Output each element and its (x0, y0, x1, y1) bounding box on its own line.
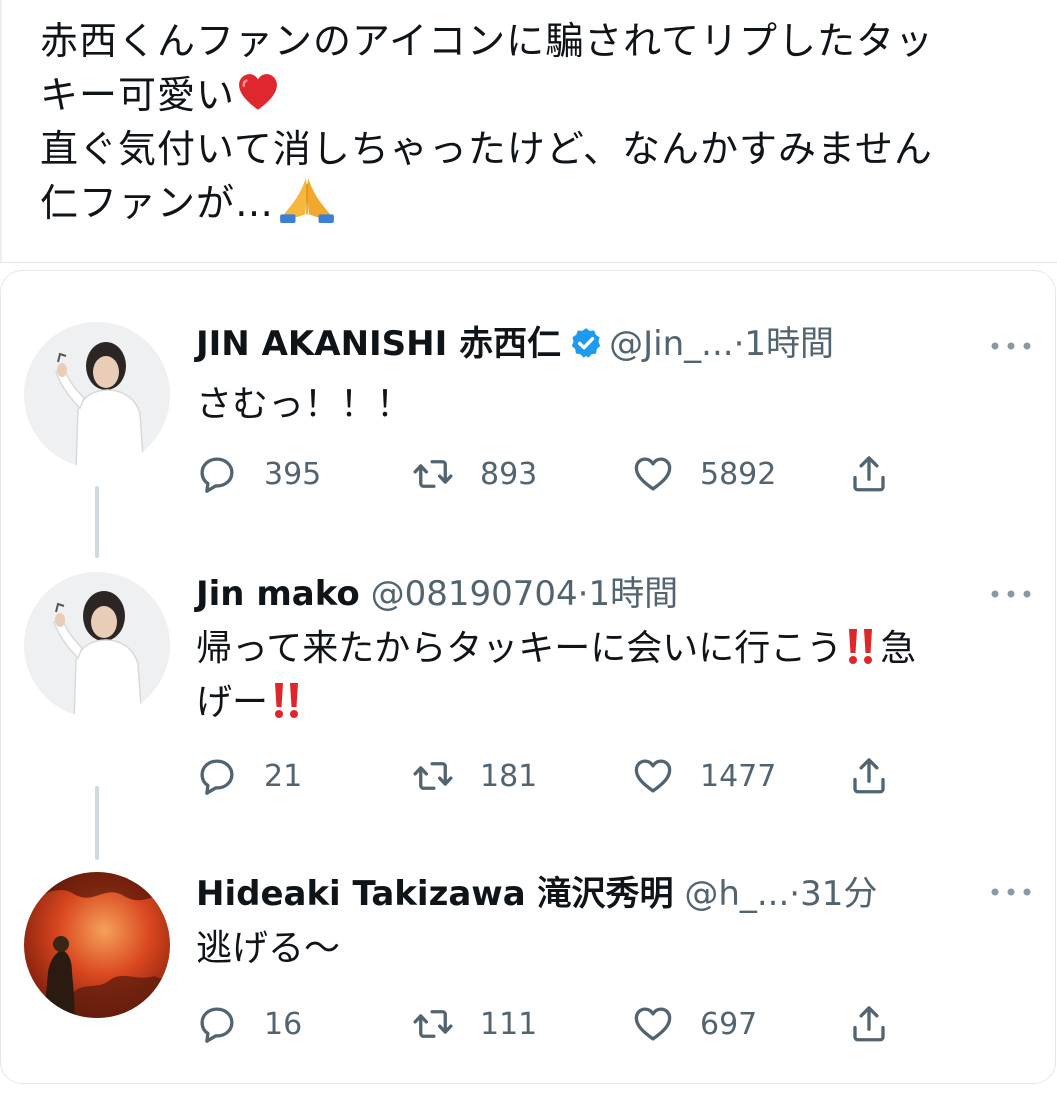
reply-icon (200, 457, 234, 493)
retweet-count: 111 (480, 1006, 538, 1042)
post-text-line-4: 仁ファンが… (40, 176, 1040, 230)
tweet-2-header: Jin mako @08190704·1時間 (196, 572, 678, 616)
share-icon (853, 456, 885, 492)
separator-dot: · (733, 324, 745, 364)
retweet-button[interactable]: 111 (412, 1002, 537, 1046)
thread-connector-line-2 (95, 786, 99, 860)
tweet-1-header: JIN AKANISHI 赤西仁 @Jin_...·1時間 (196, 322, 834, 366)
like-button[interactable]: 697 (632, 1002, 757, 1046)
double-exclamation-icon (275, 683, 299, 718)
post-text-line-4-text: 仁ファンが… (40, 181, 275, 225)
tweet-2-actions: 21 181 1477 (196, 754, 916, 798)
heart-emoji-icon (239, 74, 277, 110)
thread-connector-line-1 (95, 486, 99, 558)
heart-icon (634, 457, 672, 491)
display-name[interactable]: JIN AKANISHI 赤西仁 (196, 324, 561, 364)
tweet-text: 逃げる〜 (196, 928, 341, 969)
share-button[interactable] (848, 1002, 890, 1046)
reply-button[interactable]: 395 (196, 452, 321, 496)
post-text-line-2-text: キー可愛い (40, 73, 236, 117)
more-options-icon[interactable] (989, 336, 1033, 356)
reply-button[interactable]: 16 (196, 1002, 302, 1046)
reply-count: 395 (264, 456, 322, 492)
post-text-line-1: 赤西くんファンのアイコンに騙されてリプしたタッ (40, 19, 934, 63)
avatar-jin-mako[interactable] (24, 572, 170, 718)
tweet-1-actions: 395 893 5892 (196, 452, 916, 496)
verified-badge-icon (571, 328, 601, 358)
tweet-text-part-2: 急 (880, 628, 917, 669)
handle[interactable]: @h_... (684, 874, 789, 914)
tweet-3-actions: 16 111 697 (196, 1002, 916, 1046)
retweet-icon (413, 460, 453, 488)
reply-icon (200, 759, 234, 795)
double-exclamation-icon (849, 629, 873, 664)
tweet-text-part-1: 帰って来たからタッキーに会いに行こう (196, 628, 843, 669)
tweet-text: 帰って来たからタッキーに会いに行こう急 げー (196, 622, 916, 730)
section-divider (0, 262, 1057, 263)
post-text: 赤西くんファンのアイコンに騙されてリプしたタッ キー可愛い 直ぐ気付いて消しちゃ… (40, 14, 1040, 230)
handle[interactable]: @08190704 (371, 574, 578, 614)
reply-count: 16 (264, 1006, 303, 1042)
reply-button[interactable]: 21 (196, 754, 302, 798)
folded-hands-icon (280, 177, 334, 224)
post-text-line-2: キー可愛い (40, 68, 1040, 122)
person-avatar-icon (24, 322, 170, 468)
retweet-button[interactable]: 893 (412, 452, 537, 496)
retweet-icon (413, 762, 453, 790)
retweet-count: 893 (480, 456, 538, 492)
display-name[interactable]: Hideaki Takizawa 滝沢秀明 (196, 874, 674, 914)
post-text-line-3: 直ぐ気付いて消しちゃったけど、なんかすみません (40, 127, 933, 171)
separator-dot: · (577, 574, 589, 614)
post-left-border (0, 0, 2, 262)
heart-icon (634, 759, 672, 793)
handle[interactable]: @Jin_... (609, 324, 733, 364)
reply-icon (200, 1007, 234, 1043)
more-options-icon[interactable] (989, 882, 1033, 902)
avatar-jin-akanishi[interactable] (24, 322, 170, 468)
separator-dot: · (789, 874, 801, 914)
like-button[interactable]: 1477 (632, 754, 776, 798)
tweet-text: さむっ！！！ (196, 384, 413, 425)
display-name[interactable]: Jin mako (196, 574, 360, 614)
tweet-text-part-3: げー (196, 682, 269, 723)
like-button[interactable]: 5892 (632, 452, 776, 496)
retweet-icon (413, 1010, 453, 1038)
share-icon (853, 1006, 885, 1042)
share-button[interactable] (848, 754, 890, 798)
like-count: 1477 (700, 758, 777, 794)
timestamp[interactable]: 1時間 (588, 574, 678, 614)
heart-icon (634, 1007, 672, 1041)
share-button[interactable] (848, 452, 890, 496)
more-options-icon[interactable] (989, 584, 1033, 604)
retweet-button[interactable]: 181 (412, 754, 537, 798)
share-icon (853, 758, 885, 794)
timestamp[interactable]: 1時間 (744, 324, 834, 364)
like-count: 5892 (700, 456, 777, 492)
timestamp[interactable]: 31分 (800, 874, 877, 914)
reply-count: 21 (264, 758, 303, 794)
person-avatar-icon (24, 572, 170, 718)
like-count: 697 (700, 1006, 758, 1042)
fire-scene-avatar-icon (24, 872, 170, 1018)
avatar-hideaki-takizawa[interactable] (24, 872, 170, 1018)
retweet-count: 181 (480, 758, 538, 794)
tweet-3-header: Hideaki Takizawa 滝沢秀明 @h_...·31分 (196, 872, 877, 916)
